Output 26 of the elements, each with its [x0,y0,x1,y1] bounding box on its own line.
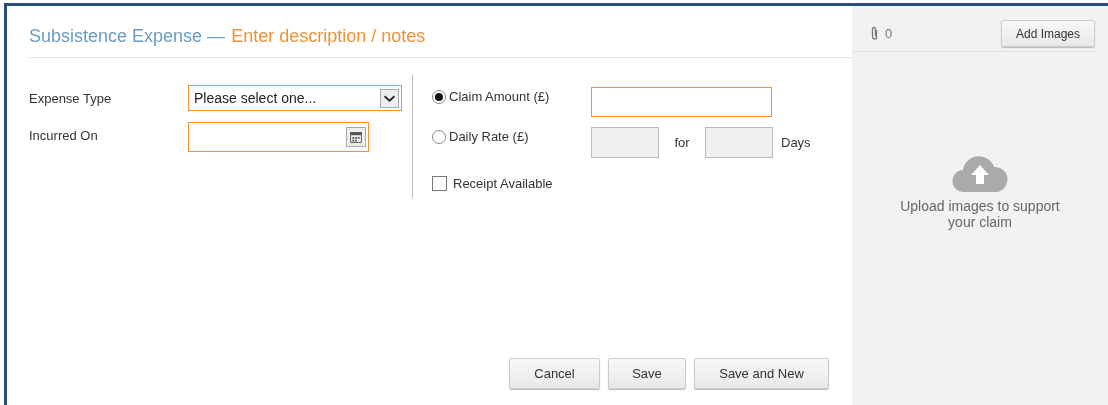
radio-label: Claim Amount (£) [449,89,550,104]
dialog-button[interactable]: Cancel [509,358,600,389]
upload-hint: Upload images to support your claim [899,198,1061,230]
daily-rate-field[interactable] [591,127,659,158]
field-label: for [673,135,691,150]
checkbox[interactable] [432,176,447,191]
field-label: Incurred On [29,127,99,143]
cloud-upload-icon [952,155,1008,192]
add-images-button[interactable]: Add Images [1000,20,1095,47]
dialog-button[interactable]: Save [608,358,686,389]
radio-label: Daily Rate (£) [449,129,529,144]
field-label: Expense Type [29,90,113,106]
radio-button[interactable] [432,130,446,144]
field-label: Days [781,135,811,150]
chevron-down-icon [380,88,399,108]
dialog-button[interactable]: Save and New [694,358,829,389]
expense-type-dropdown[interactable]: Please select one... [188,85,402,111]
claim-amount-field[interactable] [591,87,772,117]
date-field[interactable] [188,122,369,152]
days-field[interactable] [705,127,773,158]
checkbox-label: Receipt Available [453,176,553,191]
dialog-title: Subsistence Expense — [29,26,226,47]
attachment-count: 0 [885,26,893,41]
paperclip-icon [870,26,879,41]
radio-button[interactable] [432,90,446,104]
calendar-icon[interactable] [346,127,366,147]
